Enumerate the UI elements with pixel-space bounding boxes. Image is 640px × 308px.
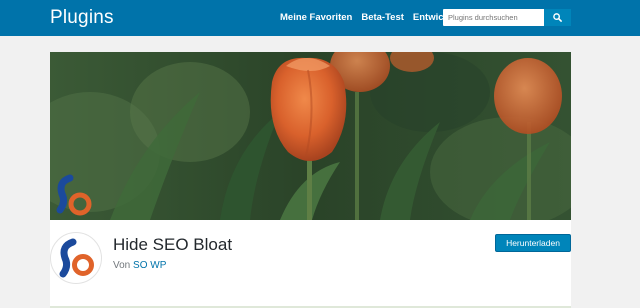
plugin-page: Hide SEO Bloat Von SO WP Herunterladen <box>0 36 640 308</box>
plugin-logo-icon <box>50 232 102 284</box>
plugin-search <box>443 9 571 26</box>
download-button[interactable]: Herunterladen <box>495 234 571 252</box>
search-input[interactable] <box>443 9 544 26</box>
top-navigation-bar: Plugins Meine Favoriten Beta-Test Entwic… <box>0 0 640 36</box>
nav-favorites[interactable]: Meine Favoriten <box>280 12 352 23</box>
author-prefix: Von <box>113 260 131 271</box>
plugin-header-card: Hide SEO Bloat Von SO WP Herunterladen <box>50 220 571 308</box>
nav-beta-test[interactable]: Beta-Test <box>361 12 404 23</box>
main-nav: Meine Favoriten Beta-Test Entwickler <box>280 12 460 23</box>
plugin-author-line: Von SO WP <box>113 260 166 271</box>
site-title[interactable]: Plugins <box>50 7 114 29</box>
plugin-banner <box>50 52 571 220</box>
tulip-banner-image <box>50 52 571 220</box>
search-button[interactable] <box>544 9 571 26</box>
search-icon <box>553 13 562 22</box>
author-link[interactable]: SO WP <box>133 260 166 271</box>
plugin-title: Hide SEO Bloat <box>113 235 233 254</box>
